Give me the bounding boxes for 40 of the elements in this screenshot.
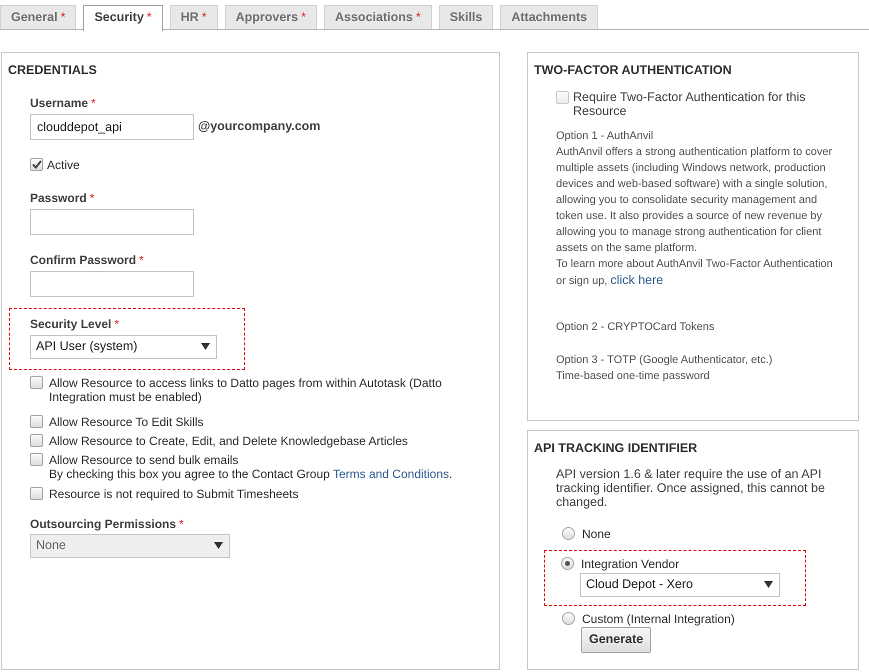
generate-button[interactable]: Generate — [581, 626, 652, 653]
field-label: Confirm Password * — [30, 252, 144, 269]
tab[interactable]: Approvers * — [224, 5, 317, 29]
option-description: Time-based one-time password — [556, 368, 711, 384]
username-field[interactable]: clouddepot_api — [30, 114, 194, 140]
tab[interactable]: Associations * — [324, 5, 432, 29]
field-label: Password * — [30, 190, 94, 207]
tab[interactable]: General * — [0, 5, 76, 29]
checkbox-label: Allow Resource To Edit Skills — [49, 414, 205, 429]
tab[interactable]: Security * — [83, 5, 163, 31]
tab[interactable]: Skills — [438, 5, 494, 29]
tab[interactable]: HR * — [170, 5, 218, 29]
field-label: Outsourcing Permissions * — [30, 516, 184, 533]
radio-label: Custom (Internal Integration) — [582, 612, 735, 626]
domain-suffix: @yourcompany.com — [198, 118, 320, 136]
option-heading: Option 1 - AuthAnvil — [556, 128, 654, 144]
section-title: CREDENTIALS — [8, 62, 98, 79]
section-title: TWO-FACTOR AUTHENTICATION — [534, 62, 733, 79]
option-description: AuthAnvil offers a strong authentication platform to cover multiple assets (including Windows network, production devices and web-based software) with a single solution, allowing you to consolidate security management and token use. It also provides a source of new revenue by allowing you to manage strong authentication for client assets on the same platform. — [556, 144, 834, 256]
checkbox-label: Active — [47, 158, 80, 172]
sign-up-link[interactable]: click here — [610, 272, 664, 287]
checkbox-label: Resource is not required to Submit Timesheets — [49, 486, 300, 501]
radio-label: Integration Vendor — [581, 556, 680, 571]
checkbox-label: Require Two-Factor Authentication for this Resource — [573, 90, 807, 118]
field-label: Security Level * — [30, 316, 120, 333]
dropdown[interactable]: API User (system) — [30, 334, 217, 359]
checkbox-label: Allow Resource to access links to Datto pages from within Autotask (Datto Integration must be enabled) — [49, 376, 443, 404]
agreement-note: By checking this box you agree to the Contact Group Terms and Conditions. — [49, 466, 454, 481]
terms-link[interactable]: Terms and Conditions — [332, 466, 450, 481]
field-label: Username * — [30, 94, 96, 112]
checkbox-label: Allow Resource to send bulk emails — [49, 452, 240, 467]
dropdown[interactable]: Cloud Depot - Xero — [580, 572, 780, 597]
option-heading: Option 2 - CRYPTOCard Tokens — [556, 320, 716, 335]
section-title: API TRACKING IDENTIFIER — [534, 440, 698, 457]
tab[interactable]: Attachments — [500, 5, 598, 29]
api-description: API version 1.6 & later require the use of an API tracking identifier. Once assigned, this cannot be changed. — [556, 466, 826, 509]
checkbox-label: Allow Resource to Create, Edit, and Delete Knowledgebase Articles — [49, 434, 409, 448]
radio-label: None — [582, 526, 611, 541]
option-description: To learn more about AuthAnvil Two-Factor Authentication or sign up, click here — [556, 256, 834, 289]
option-heading: Option 3 - TOTP (Google Authenticator, etc.) — [556, 352, 774, 368]
